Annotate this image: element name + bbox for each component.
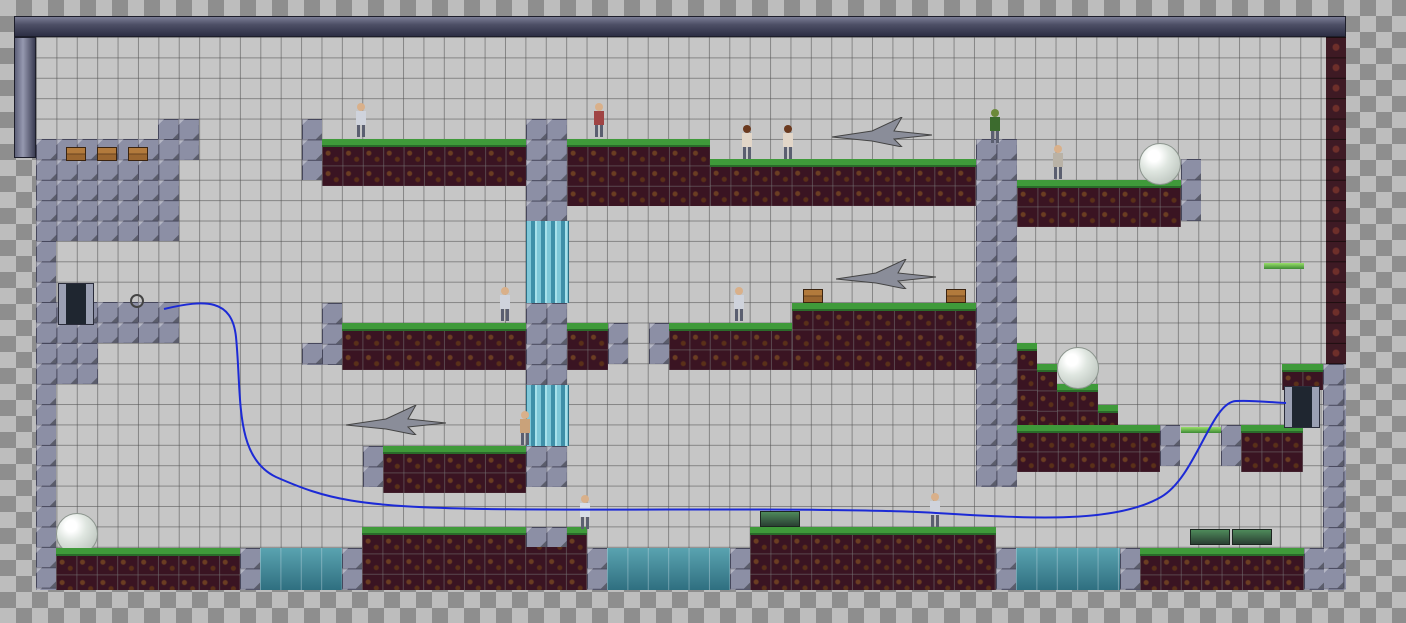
level-frame-left xyxy=(14,37,36,158)
level-canvas[interactable] xyxy=(36,37,1346,590)
path-line xyxy=(163,302,1287,519)
level-frame-top xyxy=(14,16,1346,37)
